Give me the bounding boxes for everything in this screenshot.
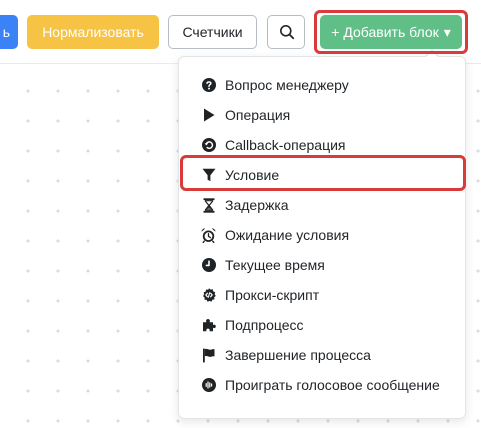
puzzle-icon <box>201 318 216 333</box>
menu-item-label: Завершение процесса <box>225 347 371 363</box>
play-icon <box>201 108 216 123</box>
search-icon <box>280 25 295 40</box>
menu-item-current-time[interactable]: Текущее время <box>179 250 465 280</box>
menu-item-label: Условие <box>225 167 280 183</box>
menu-item-play-voice[interactable]: Проиграть голосовое сообщение <box>179 370 465 400</box>
menu-item-label: Прокси-скрипт <box>225 287 320 303</box>
add-block-label: Добавить блок <box>343 24 439 40</box>
flag-icon <box>201 348 216 363</box>
menu-item-question-manager[interactable]: Вопрос менеджеру <box>179 70 465 100</box>
menu-item-label: Подпроцесс <box>225 317 304 333</box>
search-button[interactable] <box>267 15 305 49</box>
menu-item-delay[interactable]: Задержка <box>179 190 465 220</box>
voice-icon <box>201 378 216 393</box>
add-block-dropdown: Вопрос менеджеру Операция Callback-опера… <box>178 56 466 419</box>
menu-item-label: Ожидание условия <box>225 227 350 243</box>
menu-item-end-process[interactable]: Завершение процесса <box>179 340 465 370</box>
clock-icon <box>201 258 216 273</box>
question-circle-icon <box>201 78 216 93</box>
menu-item-wait-condition[interactable]: Ожидание условия <box>179 220 465 250</box>
menu-item-label: Вопрос менеджеру <box>225 77 349 93</box>
callback-icon <box>201 138 216 153</box>
add-block-button[interactable]: + Добавить блок ▾ <box>320 15 462 49</box>
code-icon <box>201 288 216 303</box>
counters-button[interactable]: Счетчики <box>168 15 257 49</box>
menu-item-proxy-script[interactable]: Прокси-скрипт <box>179 280 465 310</box>
menu-item-operation[interactable]: Операция <box>179 100 465 130</box>
menu-item-condition[interactable]: Условие <box>179 160 465 190</box>
caret-down-icon: ▾ <box>443 24 451 40</box>
partial-blue-button[interactable]: ь <box>0 15 18 49</box>
menu-item-label: Callback-операция <box>225 137 346 153</box>
block-menu: Вопрос менеджеру Операция Callback-опера… <box>179 70 465 400</box>
alarm-clock-icon <box>201 228 216 243</box>
normalize-button[interactable]: Нормализовать <box>27 15 159 49</box>
menu-item-subprocess[interactable]: Подпроцесс <box>179 310 465 340</box>
menu-item-label: Текущее время <box>225 257 325 273</box>
menu-item-callback-operation[interactable]: Callback-операция <box>179 130 465 160</box>
hourglass-icon <box>201 197 216 213</box>
menu-item-label: Операция <box>225 107 291 123</box>
menu-item-label: Проиграть голосовое сообщение <box>225 377 440 393</box>
toolbar: ь Нормализовать Счетчики + Добавить блок… <box>0 0 481 64</box>
dropdown-arrow-inner <box>425 51 439 58</box>
menu-item-label: Задержка <box>225 197 289 213</box>
filter-icon <box>201 168 216 183</box>
plus-icon: + <box>331 24 340 40</box>
